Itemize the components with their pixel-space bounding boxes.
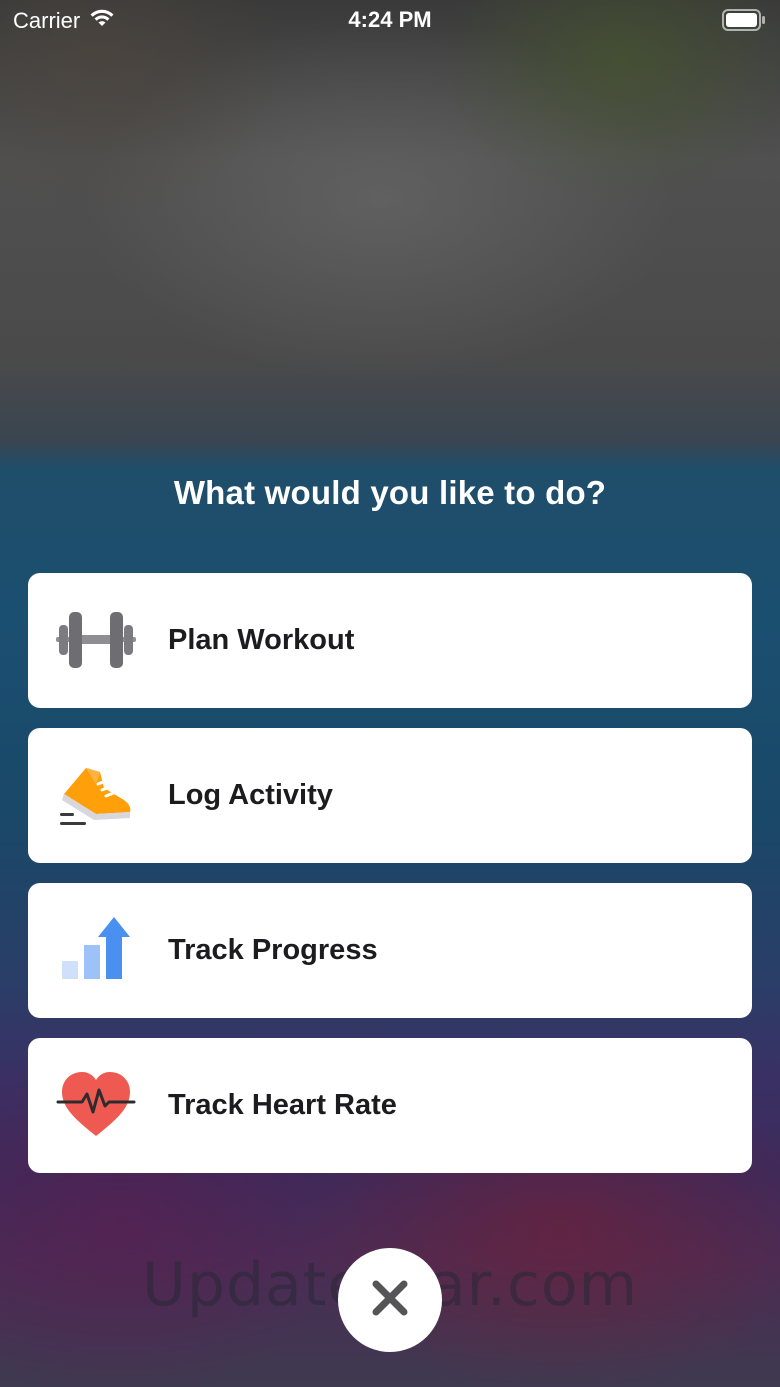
menu-item-label: Track Heart Rate xyxy=(168,1089,397,1121)
menu-item-label: Plan Workout xyxy=(168,624,355,656)
heart-rate-icon xyxy=(56,1070,136,1140)
dumbbell-icon xyxy=(56,605,136,675)
track-heart-rate-button[interactable]: Track Heart Rate xyxy=(28,1038,752,1173)
prompt-title: What would you like to do? xyxy=(173,474,607,511)
status-time: 4:24 PM xyxy=(348,7,432,32)
battery-icon xyxy=(722,9,766,36)
action-menu: Plan Workout Log Activity Track Progress xyxy=(28,573,752,1193)
menu-item-label: Log Activity xyxy=(168,779,333,811)
plan-workout-button[interactable]: Plan Workout xyxy=(28,573,752,708)
log-activity-button[interactable]: Log Activity xyxy=(28,728,752,863)
status-bar: Carrier 4:24 PM xyxy=(0,0,780,40)
close-icon xyxy=(372,1280,408,1321)
track-progress-button[interactable]: Track Progress xyxy=(28,883,752,1018)
bar-chart-arrow-icon xyxy=(56,915,136,985)
running-shoe-icon xyxy=(56,760,136,830)
menu-item-label: Track Progress xyxy=(168,934,378,966)
close-button[interactable] xyxy=(338,1248,442,1352)
